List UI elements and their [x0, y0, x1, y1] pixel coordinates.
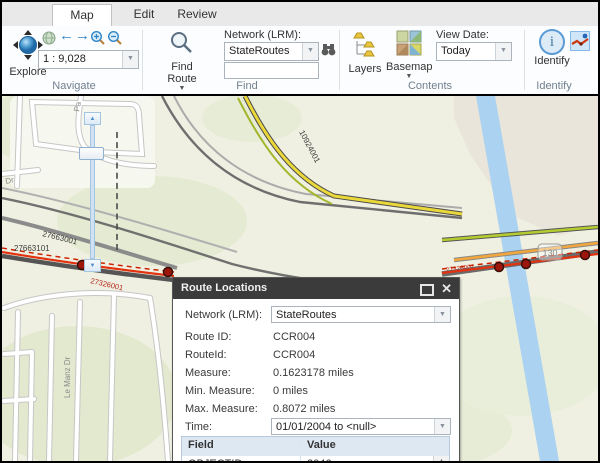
chevron-down-icon[interactable]: ▼ — [434, 419, 450, 434]
identify-label: Identify — [534, 55, 570, 67]
zoom-slider-thumb[interactable] — [79, 147, 104, 160]
dialog-network-label: Network (LRM): — [185, 309, 263, 321]
identify-route-location-tool-button[interactable] — [570, 31, 590, 51]
tab-map[interactable]: Map — [52, 4, 112, 27]
route-locations-dialog: Route Locations ✕ Network (LRM): StateRo… — [172, 277, 460, 461]
group-label-navigate: Navigate — [52, 80, 96, 92]
yellow-route-label: 10924001 — [297, 129, 322, 165]
chevron-down-icon[interactable]: ▼ — [434, 307, 450, 322]
zoom-out-icon — [107, 30, 122, 45]
basemap-button[interactable]: Basemap ▼ — [386, 30, 432, 80]
previous-extent-button[interactable]: ← — [59, 27, 74, 44]
next-extent-button[interactable]: → — [75, 27, 90, 44]
close-icon[interactable]: ✕ — [441, 278, 452, 299]
street-label: Le Manz Dr — [63, 356, 72, 398]
road-label: 27663101 — [14, 244, 50, 253]
network-lrm-label: Network (LRM): — [224, 29, 302, 41]
route-shield-number: 130 — [542, 248, 557, 258]
time-value: 01/01/2004 to <null> — [276, 421, 377, 433]
max-measure-label: Max. Measure: — [185, 403, 258, 415]
binoculars-icon — [321, 44, 336, 56]
chevron-down-icon[interactable]: ▼ — [302, 43, 318, 60]
table-scrollbar[interactable]: ▲ ▼ — [433, 456, 449, 461]
min-measure-label: Min. Measure: — [185, 385, 255, 397]
measure-label: Measure: — [185, 367, 231, 379]
route-location-icon — [571, 33, 589, 46]
max-measure-value: 0.8072 miles — [273, 403, 336, 415]
ribbon: Explore ← → 1 : 9,028 ▼ Navigate Find Ro… — [2, 26, 598, 94]
full-extent-button[interactable] — [42, 31, 56, 50]
tab-review[interactable]: Review — [168, 4, 226, 25]
scroll-up-icon[interactable]: ▲ — [434, 456, 449, 461]
group-label-contents: Contents — [407, 80, 453, 92]
measure-value: 0.1623178 miles — [273, 367, 354, 379]
globe-icon — [42, 31, 56, 45]
min-measure-value: 0 miles — [273, 385, 308, 397]
find-route-label-line1: Find — [171, 61, 193, 73]
network-lrm-value: StateRoutes — [229, 45, 290, 57]
route-id-value: CCR004 — [273, 331, 316, 343]
zoom-slider-down-button[interactable]: ▼ — [84, 259, 101, 272]
route-point-marker — [493, 261, 505, 273]
view-date-value: Today — [441, 45, 471, 57]
field-cell: OBJECTID — [182, 456, 300, 461]
identify-icon: i — [539, 29, 565, 55]
identify-button[interactable]: i Identify — [533, 29, 571, 67]
map-scale-combobox[interactable]: 1 : 9,028 ▼ — [38, 50, 139, 69]
search-routes-button[interactable] — [321, 43, 336, 61]
view-date-combobox[interactable]: Today ▼ — [436, 42, 512, 61]
group-label-identify: Identify — [536, 80, 572, 92]
group-label-find: Find — [236, 80, 258, 92]
layers-label: Layers — [348, 63, 382, 75]
basemap-icon — [396, 30, 422, 56]
find-route-icon — [171, 32, 192, 53]
route-point-marker — [162, 266, 174, 278]
group-separator — [142, 30, 143, 90]
map-scale-value: 1 : 9,028 — [43, 53, 86, 65]
table-header-row: Field Value — [182, 437, 449, 457]
attribute-table: Field Value OBJECTID 2046 FromDate 1/1/2… — [181, 436, 450, 461]
route-point-marker — [520, 258, 532, 270]
dialog-network-combobox[interactable]: StateRoutes ▼ — [271, 306, 451, 323]
routeid-value: CCR004 — [273, 349, 316, 361]
route-shield: 130 — [537, 243, 563, 261]
table-row[interactable]: OBJECTID 2046 — [182, 456, 434, 461]
layers-icon — [353, 32, 375, 57]
time-combobox[interactable]: 01/01/2004 to <null> ▼ — [271, 418, 451, 435]
back-arrow-icon: ← — [59, 27, 74, 44]
route-point-marker — [579, 249, 591, 261]
tab-edit[interactable]: Edit — [118, 4, 170, 25]
view-date-label: View Date: — [436, 29, 489, 41]
value-column-header: Value — [300, 437, 434, 451]
time-label: Time: — [185, 421, 213, 433]
network-lrm-combobox[interactable]: StateRoutes ▼ — [224, 42, 319, 61]
maximize-icon[interactable] — [420, 284, 434, 296]
fixed-zoom-out-button[interactable] — [107, 30, 122, 50]
chevron-down-icon[interactable]: ▼ — [122, 51, 138, 68]
layers-button[interactable]: Layers — [346, 30, 384, 75]
field-column-header: Field — [188, 439, 214, 451]
zoom-slider-up-button[interactable]: ▲ — [84, 112, 101, 125]
basemap-label: Basemap — [386, 61, 433, 73]
map-view[interactable]: 130 27663001 27663101 27326001 27326001 … — [2, 96, 598, 461]
zoom-slider-ticks — [116, 132, 118, 250]
dialog-title-bar[interactable]: Route Locations — [173, 278, 459, 299]
zoom-in-icon — [90, 30, 105, 45]
route-id-label: Route ID: — [185, 331, 232, 343]
value-cell: 2046 — [300, 456, 434, 461]
routeid-label: RouteId: — [185, 349, 227, 361]
dialog-network-value: StateRoutes — [276, 309, 337, 321]
route-value-input[interactable] — [224, 62, 319, 79]
fixed-zoom-in-button[interactable] — [90, 30, 105, 50]
ribbon-tab-bar: Map Edit Review — [2, 2, 598, 27]
forward-arrow-icon: → — [75, 27, 90, 44]
group-separator — [339, 30, 340, 90]
zoom-slider-track[interactable] — [90, 125, 95, 259]
chevron-down-icon: ▼ — [405, 73, 413, 80]
chevron-down-icon[interactable]: ▼ — [495, 43, 511, 60]
